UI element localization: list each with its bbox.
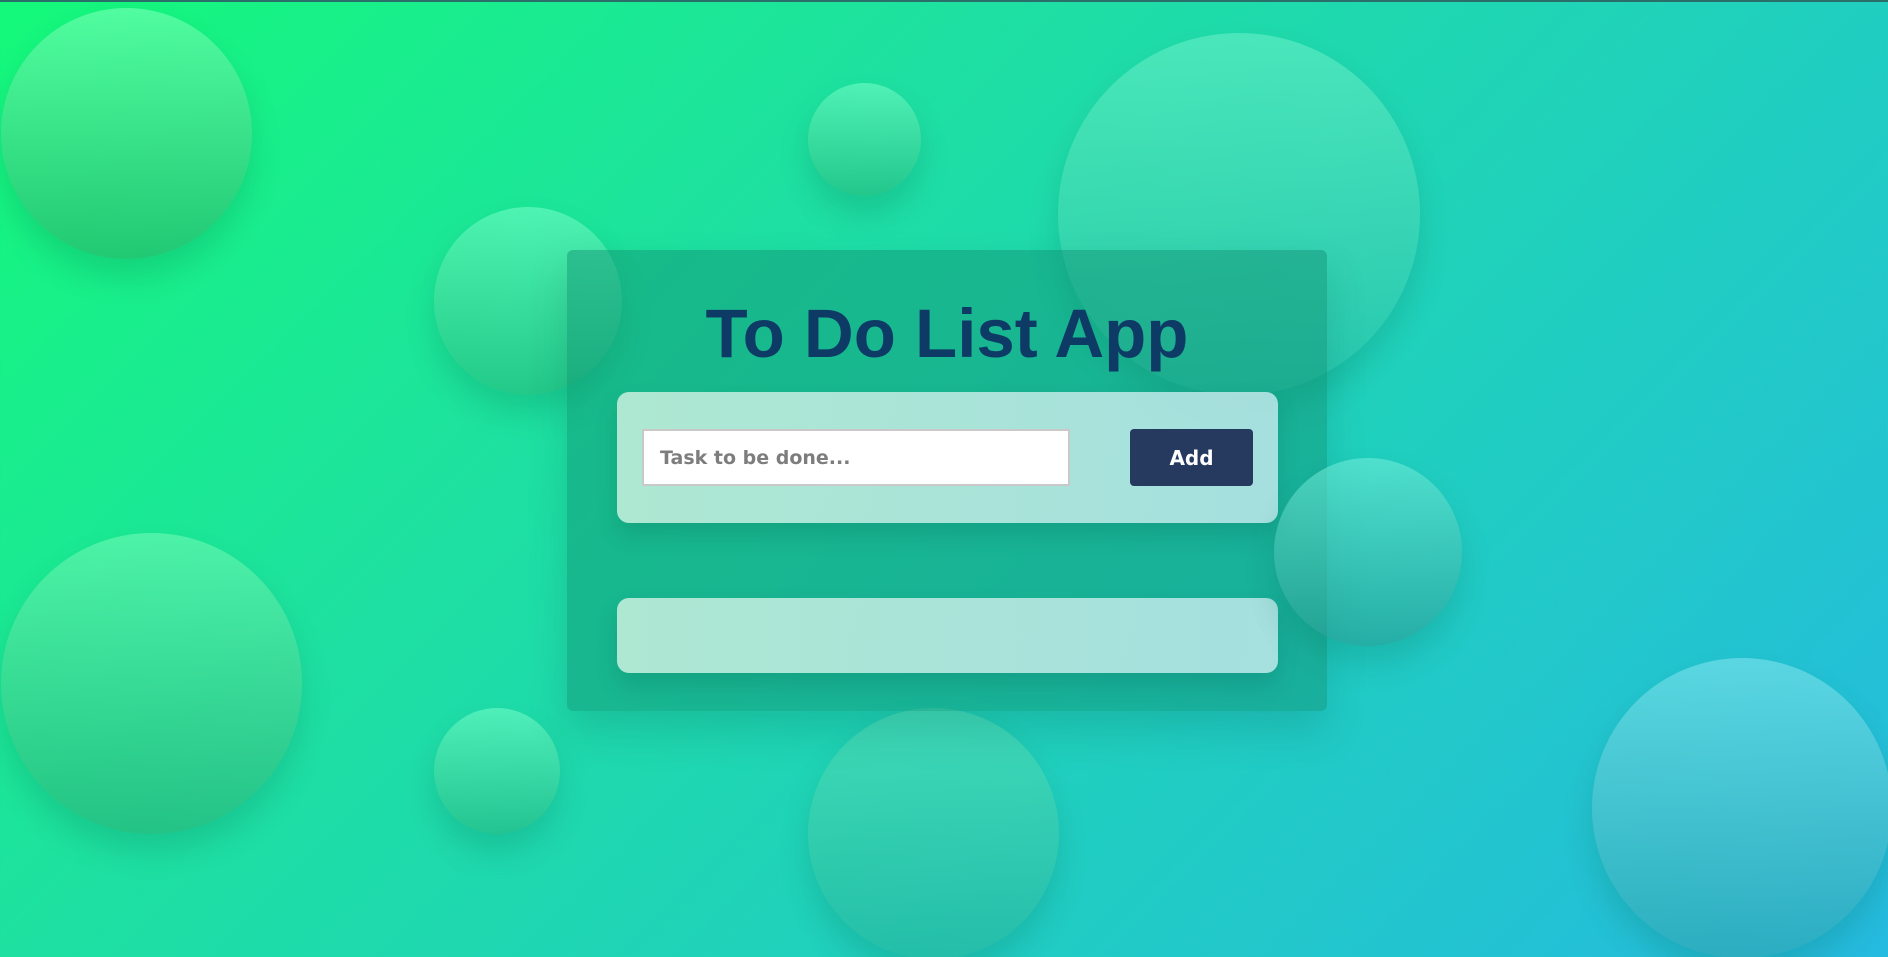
decorative-bubble xyxy=(434,708,560,834)
top-border xyxy=(0,0,1888,2)
decorative-bubble xyxy=(1592,658,1888,957)
decorative-bubble xyxy=(1,533,302,834)
decorative-bubble xyxy=(1,8,252,259)
todo-app-panel: To Do List App Add xyxy=(567,250,1327,711)
task-entry-card: Add xyxy=(617,392,1278,523)
task-input[interactable] xyxy=(642,429,1070,486)
decorative-bubble xyxy=(1274,458,1462,646)
app-title: To Do List App xyxy=(705,295,1189,372)
add-task-button[interactable]: Add xyxy=(1130,429,1253,486)
decorative-bubble xyxy=(808,83,921,196)
task-list xyxy=(617,598,1278,673)
decorative-bubble xyxy=(808,708,1059,957)
